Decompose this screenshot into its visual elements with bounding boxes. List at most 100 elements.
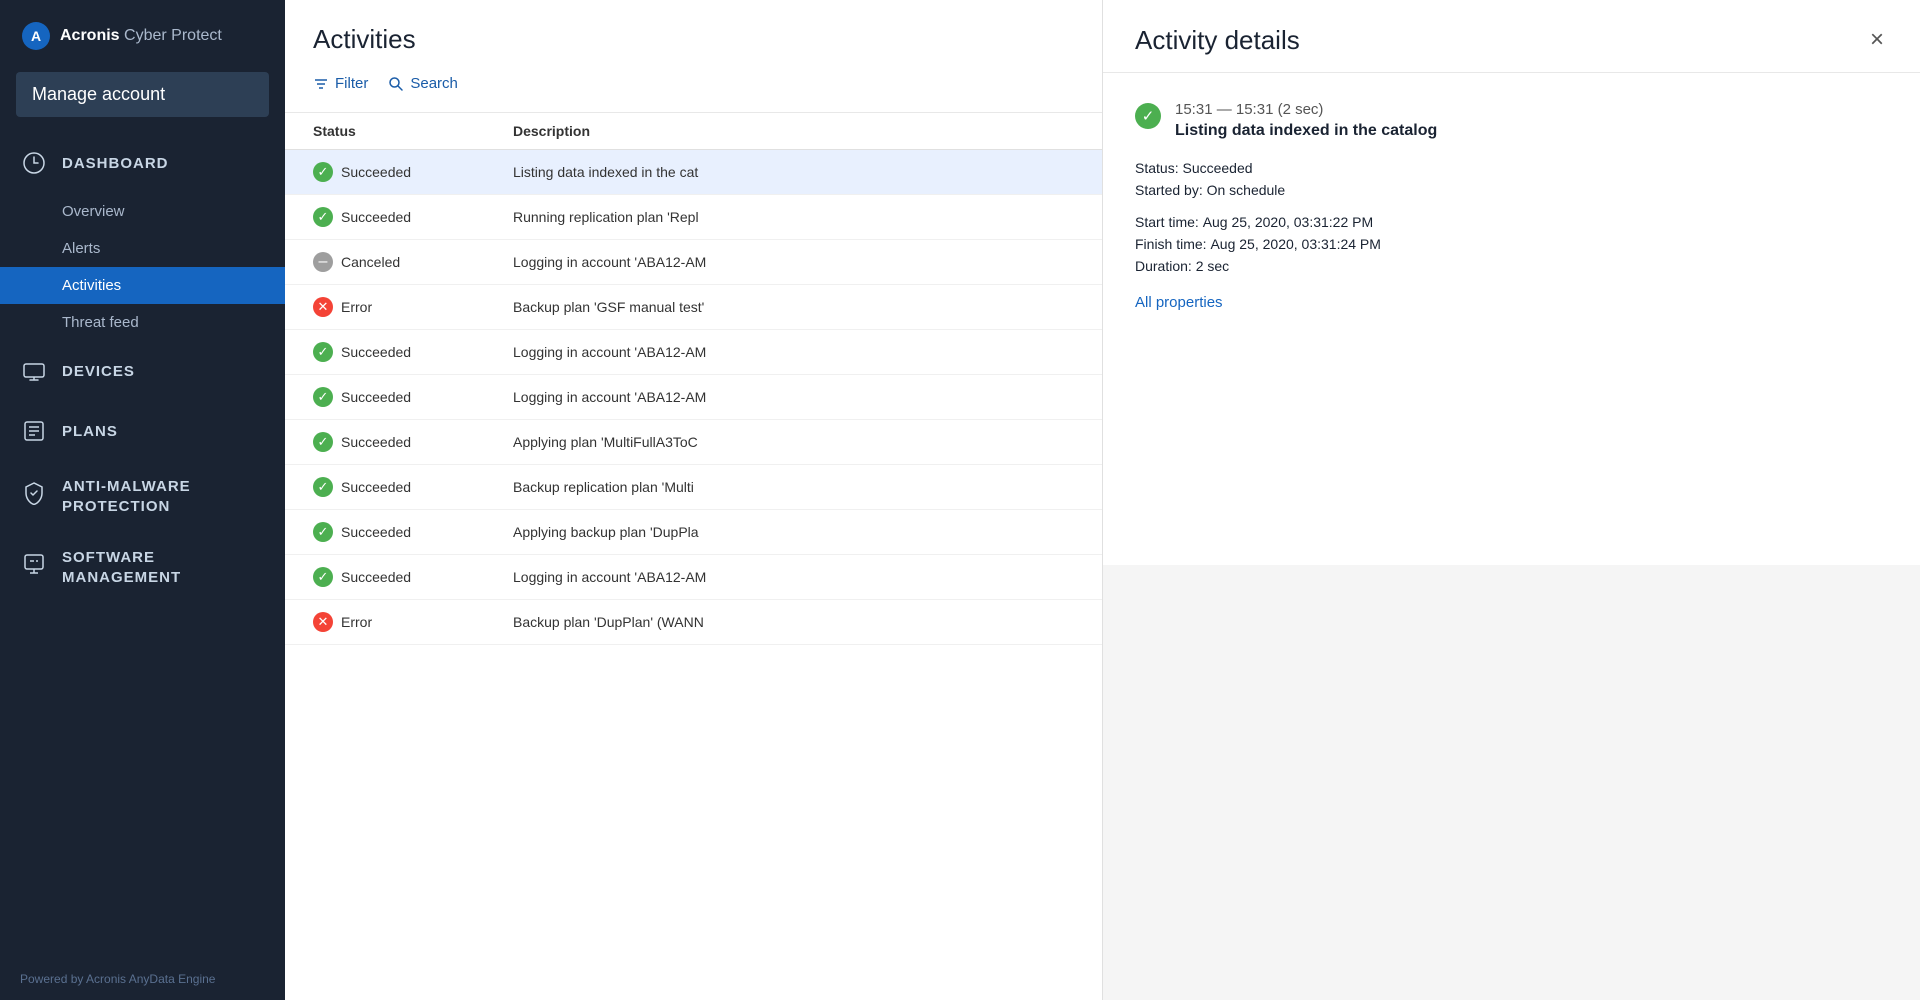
status-cell: ✕ Error <box>313 612 513 632</box>
detail-status-field: Status: Succeeded <box>1135 160 1888 176</box>
detail-fields: Status: Succeeded Started by: On schedul… <box>1135 160 1888 198</box>
detail-title: Activity details <box>1135 25 1300 56</box>
table-row[interactable]: – Canceled Logging in account 'ABA12-AM <box>285 240 1102 285</box>
sidebar-item-threat-feed[interactable]: Threat feed <box>0 304 285 341</box>
search-icon <box>388 76 404 92</box>
detail-finish-time-field: Finish time: Aug 25, 2020, 03:31:24 PM <box>1135 236 1888 252</box>
detail-success-icon: ✓ <box>1135 103 1161 129</box>
description-cell: Backup replication plan 'Multi <box>513 479 1074 495</box>
description-cell: Logging in account 'ABA12-AM <box>513 344 1074 360</box>
detail-start-time-label: Start time: <box>1135 214 1199 230</box>
sidebar-item-alerts[interactable]: Alerts <box>0 230 285 267</box>
detail-duration-label: Duration: <box>1135 258 1192 274</box>
table-row[interactable]: ✓ Succeeded Running replication plan 'Re… <box>285 195 1102 240</box>
sidebar-item-plans[interactable]: PLANS <box>0 401 285 461</box>
table-row[interactable]: ✓ Succeeded Logging in account 'ABA12-AM <box>285 330 1102 375</box>
sidebar: A Acronis Cyber Protect Manage account D… <box>0 0 285 1000</box>
status-cell: – Canceled <box>313 252 513 272</box>
table-header: Status Description <box>285 113 1102 150</box>
filter-button[interactable]: Filter <box>313 71 368 96</box>
table-row[interactable]: ✓ Succeeded Listing data indexed in the … <box>285 150 1102 195</box>
manage-account-button[interactable]: Manage account <box>16 72 269 117</box>
sidebar-footer: Powered by Acronis AnyData Engine <box>0 958 285 1000</box>
detail-time-fields: Start time: Aug 25, 2020, 03:31:22 PM Fi… <box>1135 214 1888 274</box>
description-header: Description <box>513 123 1074 139</box>
activities-toolbar: Filter Search <box>285 55 1102 113</box>
status-cell: ✓ Succeeded <box>313 432 513 452</box>
status-cell: ✓ Succeeded <box>313 522 513 542</box>
status-text: Succeeded <box>341 344 411 360</box>
status-cell: ✓ Succeeded <box>313 207 513 227</box>
search-button[interactable]: Search <box>388 71 458 96</box>
detail-finish-time-value: Aug 25, 2020, 03:31:24 PM <box>1210 236 1380 252</box>
detail-status-value: Succeeded <box>1182 160 1252 176</box>
description-cell: Logging in account 'ABA12-AM <box>513 569 1074 585</box>
table-row[interactable]: ✓ Succeeded Applying plan 'MultiFullA3To… <box>285 420 1102 465</box>
status-text: Succeeded <box>341 209 411 225</box>
table-row[interactable]: ✕ Error Backup plan 'DupPlan' (WANN <box>285 600 1102 645</box>
success-icon: ✓ <box>313 522 333 542</box>
table-row[interactable]: ✓ Succeeded Logging in account 'ABA12-AM <box>285 375 1102 420</box>
detail-started-by-label: Started by: <box>1135 182 1203 198</box>
detail-started-by-field: Started by: On schedule <box>1135 182 1888 198</box>
detail-panel: Activity details × ✓ 15:31 — 15:31 (2 se… <box>1103 0 1920 1000</box>
detail-duration-value: 2 sec <box>1196 258 1229 274</box>
logo-text: Acronis Cyber Protect <box>60 27 222 45</box>
status-text: Error <box>341 614 372 630</box>
activities-list: ✓ Succeeded Listing data indexed in the … <box>285 150 1102 1000</box>
success-icon: ✓ <box>313 342 333 362</box>
detail-content: ✓ 15:31 — 15:31 (2 sec) Listing data ind… <box>1103 73 1920 565</box>
main-area: Activities Filter Search <box>285 0 1920 1000</box>
detail-duration-field: Duration: 2 sec <box>1135 258 1888 274</box>
description-cell: Logging in account 'ABA12-AM <box>513 389 1074 405</box>
shield-icon <box>20 479 48 507</box>
description-cell: Applying backup plan 'DupPla <box>513 524 1074 540</box>
table-row[interactable]: ✓ Succeeded Applying backup plan 'DupPla <box>285 510 1102 555</box>
dashboard-label: DASHBOARD <box>62 155 169 172</box>
sidebar-item-anti-malware[interactable]: ANTI-MALWARE PROTECTION <box>0 461 285 532</box>
description-cell: Backup plan 'DupPlan' (WANN <box>513 614 1074 630</box>
sidebar-item-software-management[interactable]: SOFTWARE MANAGEMENT <box>0 532 285 603</box>
status-text: Succeeded <box>341 389 411 405</box>
status-text: Error <box>341 299 372 315</box>
filter-label: Filter <box>335 75 368 92</box>
detail-time-text: 15:31 — 15:31 (2 sec) <box>1175 101 1437 118</box>
all-properties-link[interactable]: All properties <box>1135 294 1223 311</box>
devices-label: DEVICES <box>62 363 135 380</box>
plans-icon <box>20 417 48 445</box>
status-cell: ✓ Succeeded <box>313 342 513 362</box>
sidebar-item-dashboard[interactable]: DASHBOARD <box>0 133 285 193</box>
error-icon: ✕ <box>313 297 333 317</box>
plans-label: PLANS <box>62 423 118 440</box>
status-text: Succeeded <box>341 569 411 585</box>
success-icon: ✓ <box>313 567 333 587</box>
split-container: Activities Filter Search <box>285 0 1920 1000</box>
success-icon: ✓ <box>313 207 333 227</box>
activities-title: Activities <box>285 0 1102 55</box>
acronis-logo-icon: A <box>20 20 52 52</box>
table-row[interactable]: ✕ Error Backup plan 'GSF manual test' <box>285 285 1102 330</box>
activities-panel: Activities Filter Search <box>285 0 1103 1000</box>
detail-bottom-area <box>1103 565 1920 1000</box>
status-cell: ✓ Succeeded <box>313 387 513 407</box>
detail-activity-name: Listing data indexed in the catalog <box>1175 122 1437 140</box>
status-cell: ✓ Succeeded <box>313 567 513 587</box>
canceled-icon: – <box>313 252 333 272</box>
status-text: Succeeded <box>341 164 411 180</box>
sidebar-item-overview[interactable]: Overview <box>0 193 285 230</box>
table-row[interactable]: ✓ Succeeded Backup replication plan 'Mul… <box>285 465 1102 510</box>
table-row[interactable]: ✓ Succeeded Logging in account 'ABA12-AM <box>285 555 1102 600</box>
detail-status-label: Status: <box>1135 160 1179 176</box>
success-icon: ✓ <box>313 477 333 497</box>
description-cell: Backup plan 'GSF manual test' <box>513 299 1074 315</box>
devices-icon <box>20 357 48 385</box>
sidebar-item-devices[interactable]: DEVICES <box>0 341 285 401</box>
description-cell: Running replication plan 'Repl <box>513 209 1074 225</box>
software-icon <box>20 550 48 578</box>
detail-started-by-value: On schedule <box>1207 182 1286 198</box>
sidebar-item-activities[interactable]: Activities <box>0 267 285 304</box>
status-text: Succeeded <box>341 434 411 450</box>
status-text: Canceled <box>341 254 400 270</box>
detail-start-time-field: Start time: Aug 25, 2020, 03:31:22 PM <box>1135 214 1888 230</box>
close-button[interactable]: × <box>1866 24 1888 56</box>
